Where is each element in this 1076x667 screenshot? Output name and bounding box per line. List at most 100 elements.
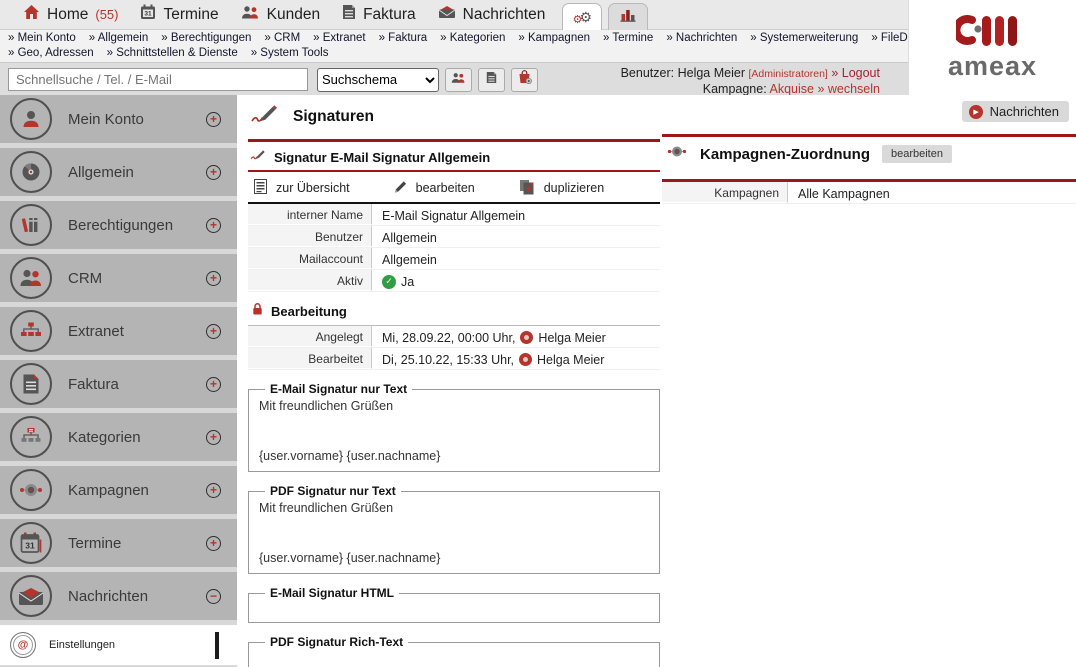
list-icon [254,179,267,197]
sidebar-item-kampagnen[interactable]: Kampagnen + [0,466,237,514]
sidebar-item-label: Kategorien [68,429,206,446]
sidebar-item-kategorien[interactable]: Kategorien + [0,413,237,461]
active-value: Ja [401,275,414,289]
user-icon [10,98,52,140]
pdf-signature-richtext-box: PDF Signatur Rich-Text [248,635,660,667]
crumb-schnittstellen[interactable]: » Schnittstellen & Dienste [107,47,238,59]
crumb-kategorien[interactable]: » Kategorien [440,32,505,44]
row-label: Bearbeitet [248,348,372,369]
user-label: Benutzer: [621,66,675,80]
expand-plus-icon[interactable]: + [206,271,221,286]
nav-nachrichten-label: Nachrichten [463,6,546,24]
signature-text-line [259,517,649,534]
sidebar-item-einstellungen[interactable]: @ Einstellungen [0,625,237,665]
search-input[interactable] [8,68,308,91]
crumb-kampagnen[interactable]: » Kampagnen [518,32,590,44]
settings-tab-button[interactable]: ⚙ ⚙ [562,3,602,30]
sidebar-item-berechtigungen[interactable]: Berechtigungen + [0,201,237,249]
row-value: Allgemein [372,248,437,269]
main-nav: Home (55) 31 Termine Kunden Faktura Nach… [0,0,908,30]
expand-plus-icon[interactable]: + [206,165,221,180]
crumb-systemerweiterung[interactable]: » Systemerweiterung [750,32,858,44]
crumb-extranet[interactable]: » Extranet [313,32,365,44]
collapse-minus-icon[interactable]: − [206,589,221,604]
crumb-mein-konto[interactable]: » Mein Konto [8,32,76,44]
logout-link[interactable]: » Logout [831,66,880,80]
invoice-icon [10,363,52,405]
table-row: Bearbeitet Di, 25.10.22, 15:33 Uhr, Helg… [248,348,660,370]
created-user: Helga Meier [538,331,605,345]
play-circle-icon: ▶ [969,105,983,119]
nav-kunden[interactable]: Kunden [230,5,331,25]
sidebar-item-label: Berechtigungen [68,217,206,234]
signature-pen-icon [250,104,278,130]
expand-plus-icon[interactable]: + [206,112,221,127]
row-label: interner Name [248,204,372,225]
page-title-row: Signaturen [248,104,660,130]
crumb-faktura[interactable]: » Faktura [379,32,428,44]
edit-button-label: bearbeiten [416,181,475,195]
scrollbar-thumb[interactable] [215,632,219,659]
user-avatar-icon [519,353,532,366]
table-row: Mailaccount Allgemein [248,248,660,270]
signature-text-line [259,431,649,448]
shop-add-button[interactable] [511,68,538,92]
document-search-button[interactable] [478,68,505,92]
contacts-search-button[interactable] [445,68,472,92]
statistics-tab-button[interactable] [608,3,648,30]
people-icon [10,257,52,299]
messages-button[interactable]: ▶ Nachrichten [962,101,1069,122]
sidebar-item-allgemein[interactable]: Allgemein + [0,148,237,196]
megaphone-icon [10,469,52,511]
sidebar-item-label: Kampagnen [68,482,206,499]
sidebar-item-crm[interactable]: CRM + [0,254,237,302]
bearbeitung-table: Angelegt Mi, 28.09.22, 00:00 Uhr, Helga … [248,326,660,370]
nav-home[interactable]: Home (55) [12,4,129,25]
signature-text-line [259,651,649,664]
sidebar-item-termine[interactable]: 31 Termine + [0,519,237,567]
signature-toolbar: zur Übersicht bearbeiten duplizieren [248,174,660,202]
expand-plus-icon[interactable]: + [206,218,221,233]
row-value: Mi, 28.09.22, 00:00 Uhr, Helga Meier [372,326,606,347]
campaign-name[interactable]: Akquise [769,82,813,96]
table-row: Benutzer Allgemein [248,226,660,248]
crumb-system-tools[interactable]: » System Tools [251,47,329,59]
sidebar-item-faktura[interactable]: Faktura + [0,360,237,408]
nav-nachrichten[interactable]: Nachrichten [427,5,557,24]
sidebar-item-label: Mein Konto [68,111,206,128]
email-signature-html-box: E-Mail Signatur HTML [248,586,660,623]
crumb-allgemein[interactable]: » Allgemein [89,32,148,44]
row-value: Alle Kampagnen [788,182,890,203]
calendar-icon: 31 [140,4,156,25]
settings-label: Einstellungen [49,639,215,651]
user-info: Benutzer: Helga Meier [Administratoren] … [621,66,880,96]
crumb-termine[interactable]: » Termine [603,32,653,44]
modified-user: Helga Meier [537,353,604,367]
crumb-crm[interactable]: » CRM [264,32,300,44]
edit-button[interactable]: bearbeiten [394,180,475,197]
user-avatar-icon [520,331,533,344]
overview-button[interactable]: zur Übersicht [254,179,350,197]
expand-plus-icon[interactable]: + [206,324,221,339]
campaign-panel-title: Kampagnen-Zuordnung [700,146,870,163]
crumb-geo-adressen[interactable]: » Geo, Adressen [8,47,94,59]
shopping-bag-plus-icon [518,70,532,89]
duplicate-button[interactable]: duplizieren [519,179,604,198]
sidebar-item-nachrichten[interactable]: Nachrichten − [0,572,237,620]
content-area: Signaturen Signatur E-Mail Signatur Allg… [237,95,1076,667]
campaign-switch-link[interactable]: » wechseln [817,82,880,96]
home-icon [23,4,40,25]
expand-plus-icon[interactable]: + [206,430,221,445]
campaign-edit-button[interactable]: bearbeiten [882,145,952,163]
expand-plus-icon[interactable]: + [206,483,221,498]
table-row: Aktiv ✓ Ja [248,270,660,292]
crumb-berechtigungen[interactable]: » Berechtigungen [161,32,251,44]
nav-faktura[interactable]: Faktura [331,4,427,25]
search-schema-select[interactable]: Suchschema [317,68,439,92]
sidebar-item-mein-konto[interactable]: Mein Konto + [0,95,237,143]
sidebar-item-extranet[interactable]: Extranet + [0,307,237,355]
nav-termine[interactable]: 31 Termine [129,4,229,25]
expand-plus-icon[interactable]: + [206,377,221,392]
expand-plus-icon[interactable]: + [206,536,221,551]
crumb-nachrichten[interactable]: » Nachrichten [666,32,737,44]
